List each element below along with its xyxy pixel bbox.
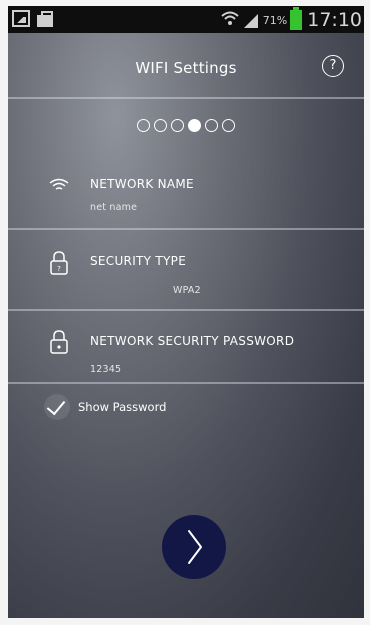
password-value[interactable]: 12345 — [90, 364, 121, 375]
chevron-right-icon — [188, 530, 202, 564]
show-password-label: Show Password — [78, 400, 167, 414]
clock: 17:10 — [307, 9, 362, 31]
checkmark-icon — [46, 395, 66, 416]
wifi-icon — [48, 176, 70, 200]
password-field[interactable]: NETWORK SECURITY PASSWORD 12345 — [8, 326, 364, 386]
step-dot — [171, 119, 184, 132]
security-type-label: SECURITY TYPE — [90, 254, 187, 268]
step-dot — [137, 119, 150, 132]
show-password-toggle[interactable]: Show Password — [44, 394, 166, 420]
help-icon[interactable]: ? — [322, 55, 344, 77]
battery-percent: 71% — [262, 13, 288, 27]
title-bar: WIFI Settings ? — [8, 33, 364, 99]
signal-icon — [242, 12, 260, 28]
divider-3 — [8, 382, 364, 384]
status-right: 71% 17:10 — [221, 7, 362, 32]
network-name-value[interactable]: net name — [90, 202, 137, 213]
notification-icons — [12, 10, 54, 27]
network-name-label: NETWORK NAME — [90, 177, 194, 191]
step-dot — [188, 119, 201, 132]
svg-text:?: ? — [57, 265, 61, 273]
step-dot — [154, 119, 167, 132]
clipboard-icon — [36, 10, 54, 27]
show-password-checkbox[interactable] — [44, 394, 70, 420]
password-label: NETWORK SECURITY PASSWORD — [90, 334, 295, 348]
page-title: WIFI Settings — [135, 59, 237, 77]
security-type-value[interactable]: WPA2 — [173, 285, 201, 296]
network-name-field[interactable]: NETWORK NAME net name — [8, 164, 364, 224]
app-screen: 71% 17:10 WIFI Settings ? NETWORK NAME n… — [8, 6, 364, 618]
lock-icon: ? — [48, 250, 70, 275]
status-bar: 71% 17:10 — [8, 6, 364, 33]
step-indicator — [8, 119, 364, 132]
lock-icon — [48, 329, 70, 354]
next-button[interactable] — [162, 515, 226, 579]
gallery-icon — [12, 10, 30, 27]
header-divider — [8, 97, 364, 99]
divider-1 — [8, 228, 364, 230]
wifi-status-icon — [221, 10, 239, 30]
divider-2 — [8, 309, 364, 311]
step-dot — [222, 119, 235, 132]
security-type-field[interactable]: ? SECURITY TYPE WPA2 — [8, 244, 364, 304]
battery-icon — [290, 7, 303, 30]
step-dot — [205, 119, 218, 132]
